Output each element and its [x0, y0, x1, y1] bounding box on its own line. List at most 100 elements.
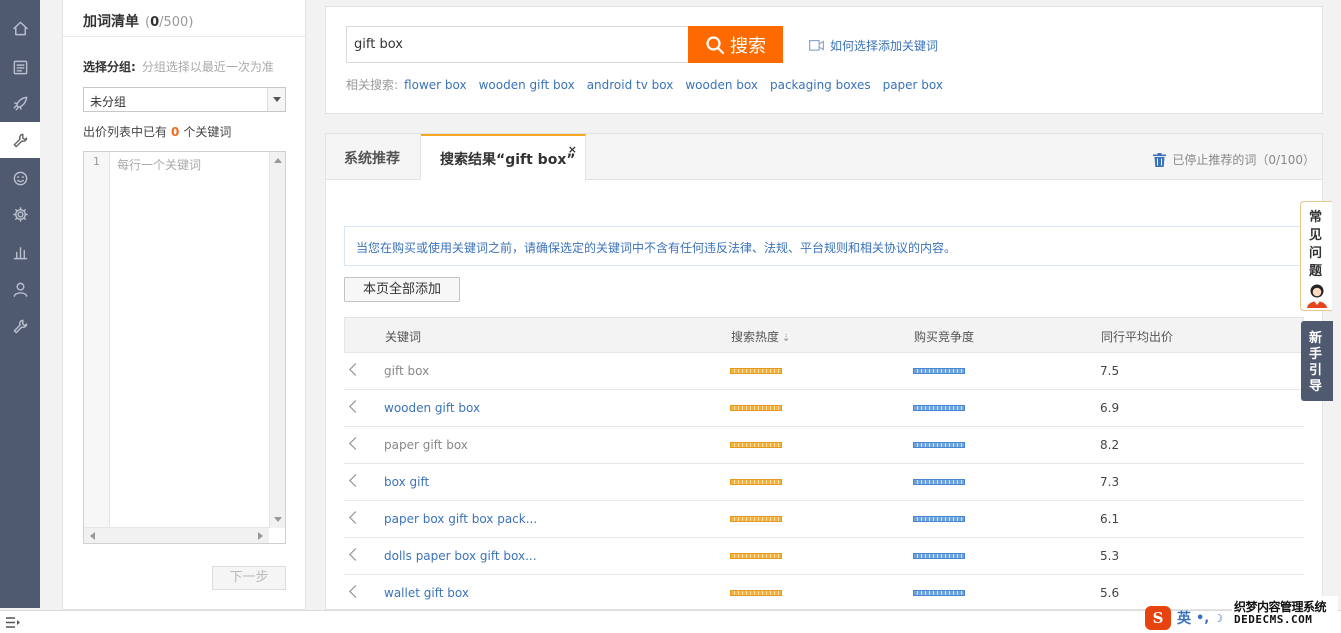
rail-tools[interactable] — [0, 122, 40, 158]
search-heat-bar — [730, 368, 782, 374]
search-icon — [706, 35, 725, 54]
horizontal-scrollbar[interactable] — [84, 527, 269, 543]
related-link[interactable]: paper box — [883, 78, 943, 92]
table-row: gift box 7.5 — [344, 353, 1304, 390]
header-heat[interactable]: 搜索热度 ⇣ — [731, 328, 790, 345]
chevron-left-icon[interactable] — [349, 548, 362, 561]
related-link[interactable]: wooden box — [685, 78, 758, 92]
rail-list[interactable] — [0, 49, 40, 85]
related-link[interactable]: wooden gift box — [479, 78, 575, 92]
wrench-icon — [13, 133, 27, 147]
chevron-left-icon[interactable] — [349, 437, 362, 450]
chevron-left-icon[interactable] — [349, 511, 362, 524]
ime-toolbar[interactable]: S 英 •, ☽ — [1145, 605, 1229, 631]
chevron-left-icon[interactable] — [349, 474, 362, 487]
rail-more-tools[interactable] — [0, 308, 40, 344]
bid-count-text: 出价列表中已有 0 个关键词 — [83, 125, 232, 139]
ime-logo-icon: S — [1145, 606, 1171, 630]
rail-settings[interactable] — [0, 196, 40, 232]
search-heat-bar — [730, 553, 782, 559]
keyword-textarea[interactable]: 1 每行一个关键词 — [83, 151, 286, 544]
row-keyword[interactable]: paper gift box — [384, 438, 468, 452]
beginner-guide-tab[interactable]: 新手引导 — [1301, 321, 1333, 401]
help-video-link[interactable]: 如何选择添加关键词 — [809, 37, 938, 54]
group-select[interactable]: 未分组 — [83, 87, 286, 112]
related-link[interactable]: flower box — [404, 78, 467, 92]
search-heat-bar — [730, 479, 782, 485]
chevron-left-icon[interactable] — [349, 363, 362, 376]
sort-down-icon[interactable]: ⇣ — [782, 333, 790, 344]
keyword-search-input[interactable] — [346, 26, 688, 63]
related-link[interactable]: packaging boxes — [770, 78, 871, 92]
search-heat-bar — [730, 405, 782, 411]
competition-bar — [913, 516, 965, 522]
table-body: gift box 7.5 wooden gift box 6.9 paper gift … — [344, 353, 1304, 609]
tab-system-recommend[interactable]: 系统推荐 — [326, 134, 421, 180]
ime-punctuation[interactable]: •, — [1196, 611, 1209, 626]
table-row: box gift 7.3 — [344, 464, 1304, 501]
rail-home[interactable] — [0, 10, 40, 46]
keyword-placeholder: 每行一个关键词 — [117, 158, 202, 172]
group-row: 选择分组: 分组选择以最近一次为准 — [83, 58, 274, 75]
user-icon — [13, 282, 27, 297]
competition-bar — [913, 368, 965, 374]
watermark-domain: DEDECMS.COM — [1234, 613, 1313, 626]
faq-tab[interactable]: 常见问题 — [1300, 201, 1332, 311]
scroll-left-icon[interactable] — [90, 532, 95, 540]
trash-icon — [1153, 152, 1167, 167]
related-link[interactable]: android tv box — [587, 78, 674, 92]
vertical-scrollbar[interactable] — [269, 152, 285, 528]
rail-promote[interactable] — [0, 85, 40, 121]
related-label: 相关搜索: — [346, 78, 399, 92]
row-avg-bid: 7.5 — [1100, 364, 1120, 378]
row-avg-bid: 6.1 — [1100, 512, 1120, 526]
tools-icon — [13, 319, 27, 333]
panel-title: 加词清单 — [83, 14, 139, 30]
group-selected-value: 未分组 — [90, 95, 127, 109]
stopped-keywords-link[interactable]: 已停止推荐的词（0/100） — [1153, 151, 1315, 168]
left-icon-rail — [0, 0, 40, 608]
home-icon — [12, 21, 28, 35]
line-number-gutter: 1 — [84, 152, 110, 528]
competition-bar — [913, 590, 965, 596]
header-keyword: 关键词 — [385, 330, 422, 344]
panel-header: 加词清单 (0/500) — [63, 0, 305, 37]
search-heat-bar — [730, 516, 782, 522]
header-avg-bid: 同行平均出价 — [1101, 330, 1174, 344]
tab-search-results[interactable]: 搜索结果“gift box” × — [421, 134, 586, 181]
menu-toggle-icon[interactable] — [6, 617, 20, 628]
next-step-button[interactable]: 下一步 — [212, 566, 286, 590]
chevron-left-icon[interactable] — [349, 400, 362, 413]
group-label: 选择分组: — [83, 60, 136, 74]
video-icon — [809, 40, 824, 51]
moon-icon[interactable]: ☽ — [1213, 612, 1223, 625]
related-searches: 相关搜索: flower box wooden gift box android tv… — [346, 76, 943, 93]
search-button[interactable]: 搜索 — [688, 26, 783, 63]
support-avatar-icon — [1307, 284, 1327, 308]
bottom-status-bar — [0, 610, 1341, 633]
close-icon[interactable]: × — [568, 143, 577, 156]
rail-account[interactable] — [0, 271, 40, 307]
row-keyword[interactable]: box gift — [384, 475, 429, 489]
compliance-notice: 当您在购买或使用关键词之前，请确保选定的关键词中不含有任何违反法律、法规、平台规… — [344, 226, 1309, 266]
competition-bar — [913, 405, 965, 411]
keyword-table: 关键词 搜索热度 ⇣ 购买竞争度 同行平均出价 gift box 7.5 wooden… — [344, 317, 1304, 609]
list-icon — [13, 60, 27, 74]
competition-bar — [913, 553, 965, 559]
rail-reports[interactable] — [0, 234, 40, 270]
scroll-right-icon[interactable] — [258, 532, 263, 540]
ime-language[interactable]: 英 — [1177, 608, 1191, 628]
row-keyword[interactable]: dolls paper box gift box... — [384, 549, 537, 563]
row-keyword[interactable]: wallet gift box — [384, 586, 469, 600]
add-all-button[interactable]: 本页全部添加 — [344, 277, 460, 302]
row-keyword[interactable]: gift box — [384, 364, 429, 378]
scroll-up-icon[interactable] — [274, 158, 282, 163]
row-keyword[interactable]: paper box gift box pack... — [384, 512, 537, 526]
search-card: 搜索 如何选择添加关键词 相关搜索: flower box wooden gift … — [325, 6, 1323, 114]
chevron-left-icon[interactable] — [349, 585, 362, 598]
rail-service[interactable] — [0, 160, 40, 196]
scroll-down-icon[interactable] — [274, 517, 282, 522]
table-row: dolls paper box gift box... 5.3 — [344, 538, 1304, 575]
table-row: wooden gift box 6.9 — [344, 390, 1304, 427]
row-keyword[interactable]: wooden gift box — [384, 401, 480, 415]
